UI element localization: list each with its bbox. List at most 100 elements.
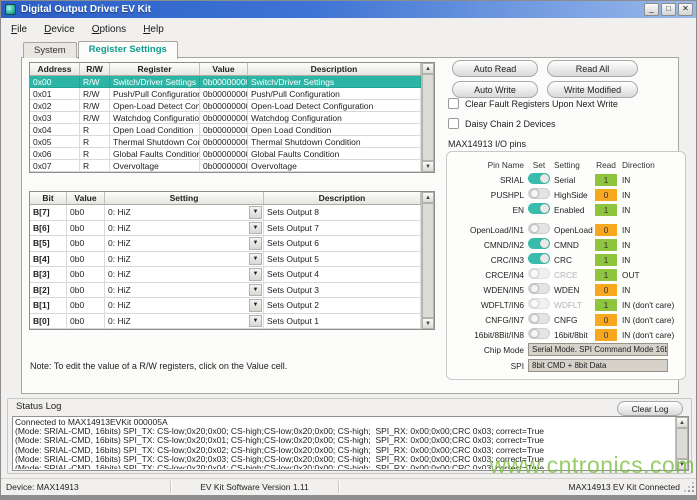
minimize-button[interactable]: _ [644, 3, 659, 16]
bit-row-B[0][interactable]: B[0]0b00: HiZ▼Sets Output 1 [30, 314, 421, 330]
register-row-0x06[interactable]: 0x06RGlobal Faults Condition0b00000000Gl… [30, 148, 421, 160]
toggle-switch-crc-in3[interactable] [528, 253, 550, 264]
setting-dropdown[interactable]: 0: HiZ▼ [105, 205, 264, 221]
rw-cell: R [80, 160, 110, 172]
dropdown-arrow-icon[interactable]: ▼ [249, 206, 262, 219]
register-row-0x05[interactable]: 0x05RThermal Shutdown Con...0b00000000Th… [30, 136, 421, 148]
toggle-switch-cmnd-in2[interactable] [528, 238, 550, 249]
bit-row-B[2][interactable]: B[2]0b00: HiZ▼Sets Output 3 [30, 283, 421, 299]
app-icon [5, 4, 16, 15]
scroll-down-icon[interactable]: ▼ [422, 318, 434, 329]
value-cell[interactable]: 0b00000000 [200, 112, 248, 124]
column-header: R/W [80, 63, 110, 76]
column-header: Description [264, 192, 421, 205]
scroll-up-icon[interactable]: ▲ [676, 417, 688, 428]
toggle-switch-openload-in1[interactable] [528, 223, 550, 234]
dropdown-arrow-icon[interactable]: ▼ [249, 253, 262, 266]
toggle-setting-label: Enabled [554, 205, 590, 215]
toggle-switch-srial[interactable] [528, 173, 550, 184]
menu-help[interactable]: Help [136, 22, 171, 37]
read-all-button[interactable]: Read All [547, 60, 638, 77]
setting-dropdown[interactable]: 0: HiZ▼ [105, 267, 264, 283]
toggle-switch-en[interactable] [528, 203, 550, 214]
io-column-header: Read [594, 160, 618, 170]
dropdown-arrow-icon[interactable]: ▼ [249, 222, 262, 235]
read-indicator: 1 [595, 239, 617, 251]
pin-name-label: WDFLT/IN6 [451, 300, 524, 310]
register-row-0x01[interactable]: 0x01R/WPush/Pull Configuration0b00000000… [30, 88, 421, 100]
register-cell: Watchdog Configuration [110, 112, 200, 124]
auto-write-button[interactable]: Auto Write [452, 81, 538, 98]
tab-system[interactable]: System [23, 42, 77, 58]
bit-value-cell: 0b0 [67, 221, 105, 237]
title-bar: Digital Output Driver EV Kit _ □ ✕ [1, 1, 696, 18]
toggle-switch-wden-in5[interactable] [528, 283, 550, 294]
maximize-button[interactable]: □ [661, 3, 676, 16]
register-row-0x02[interactable]: 0x02R/WOpen-Load Detect Confi...0b000000… [30, 100, 421, 112]
value-cell[interactable]: 0b00000000 [200, 100, 248, 112]
direction-label: IN [622, 175, 679, 185]
value-cell[interactable]: 0b00000000 [200, 148, 248, 160]
register-row-0x04[interactable]: 0x04ROpen Load Condition0b00000000Open L… [30, 124, 421, 136]
setting-dropdown[interactable]: 0: HiZ▼ [105, 283, 264, 299]
value-cell[interactable]: 0b00000000 [200, 136, 248, 148]
bit-row-B[6][interactable]: B[6]0b00: HiZ▼Sets Output 7 [30, 221, 421, 237]
dropdown-arrow-icon[interactable]: ▼ [249, 284, 262, 297]
tab-bar: SystemRegister Settings [23, 40, 179, 58]
dropdown-arrow-icon[interactable]: ▼ [249, 268, 262, 281]
setting-dropdown[interactable]: 0: HiZ▼ [105, 236, 264, 252]
toggle-switch-cnfg-in7[interactable] [528, 313, 550, 324]
close-button[interactable]: ✕ [678, 3, 693, 16]
bit-row-B[7][interactable]: B[7]0b00: HiZ▼Sets Output 8 [30, 205, 421, 221]
pin-name-label: 16bit/8Bit/IN8 [451, 330, 524, 340]
toggle-setting-label: Serial [554, 175, 590, 185]
tab-register-settings[interactable]: Register Settings [78, 41, 178, 59]
clear-fault-checkbox[interactable] [448, 98, 459, 109]
bit-table-scrollbar[interactable]: ▲ ▼ [421, 192, 434, 329]
dropdown-arrow-icon[interactable]: ▼ [249, 299, 262, 312]
register-row-0x00[interactable]: 0x00R/WSwitch/Driver Settings0b00000000S… [30, 76, 421, 88]
register-row-0x03[interactable]: 0x03R/WWatchdog Configuration0b00000000W… [30, 112, 421, 124]
bit-row-B[5][interactable]: B[5]0b00: HiZ▼Sets Output 6 [30, 236, 421, 252]
read-indicator: 0 [595, 224, 617, 236]
value-cell[interactable]: 0b00000000 [200, 124, 248, 136]
register-row-0x07[interactable]: 0x07ROvervoltage0b00000000Overvoltage [30, 160, 421, 172]
register-table-scrollbar[interactable]: ▲ ▼ [421, 63, 434, 172]
clear-log-button[interactable]: Clear Log [617, 401, 683, 416]
toggle-setting-label: CMND [554, 240, 590, 250]
write-modified-button[interactable]: Write Modified [547, 81, 638, 98]
toggle-switch-16bit-8bit-in8[interactable] [528, 328, 550, 339]
pin-name-label: CMND/IN2 [451, 240, 524, 250]
dropdown-arrow-icon[interactable]: ▼ [249, 237, 262, 250]
bit-row-B[1][interactable]: B[1]0b00: HiZ▼Sets Output 2 [30, 298, 421, 314]
menu-device[interactable]: Device [37, 22, 82, 37]
dropdown-arrow-icon[interactable]: ▼ [249, 315, 262, 328]
scroll-down-icon[interactable]: ▼ [422, 161, 434, 172]
column-header: Value [67, 192, 105, 205]
setting-dropdown[interactable]: 0: HiZ▼ [105, 221, 264, 237]
bit-row-B[4][interactable]: B[4]0b00: HiZ▼Sets Output 5 [30, 252, 421, 268]
resize-grip[interactable] [685, 483, 694, 492]
setting-dropdown[interactable]: 0: HiZ▼ [105, 298, 264, 314]
toggle-switch-pushpl[interactable] [528, 188, 550, 199]
register-cell: Open Load Condition [110, 124, 200, 136]
bit-row-B[3][interactable]: B[3]0b00: HiZ▼Sets Output 4 [30, 267, 421, 283]
auto-read-button[interactable]: Auto Read [452, 60, 538, 77]
value-cell[interactable]: 0b00000000 [200, 160, 248, 172]
setting-dropdown[interactable]: 0: HiZ▼ [105, 252, 264, 268]
read-indicator: 0 [595, 329, 617, 341]
bit-description-cell: Sets Output 5 [264, 252, 421, 268]
setting-dropdown[interactable]: 0: HiZ▼ [105, 314, 264, 330]
scrollbar-thumb[interactable] [422, 74, 434, 161]
register-cell: Global Faults Condition [110, 148, 200, 160]
value-cell[interactable]: 0b00000000 [200, 88, 248, 100]
menu-options[interactable]: Options [85, 22, 133, 37]
scrollbar-thumb[interactable] [422, 203, 434, 318]
scroll-up-icon[interactable]: ▲ [422, 192, 434, 203]
scroll-up-icon[interactable]: ▲ [422, 63, 434, 74]
daisy-chain-checkbox[interactable] [448, 118, 459, 129]
menu-file[interactable]: File [4, 22, 34, 37]
value-cell[interactable]: 0b00000000 [200, 76, 248, 88]
toggle-knob [530, 284, 539, 293]
read-indicator: 1 [595, 204, 617, 216]
